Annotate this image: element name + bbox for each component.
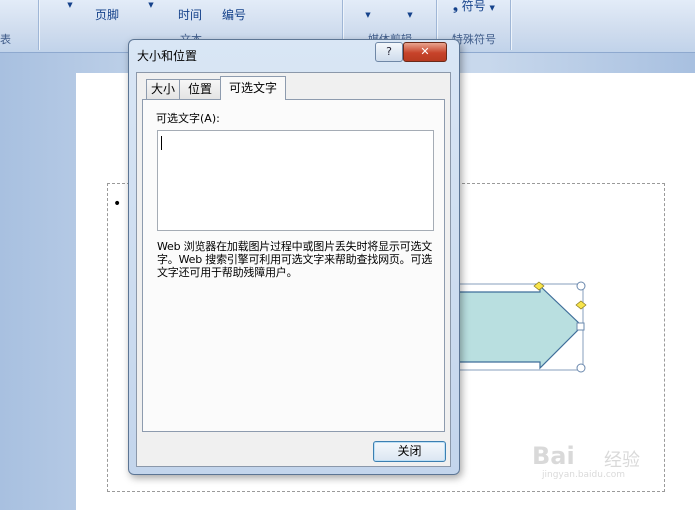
help-icon: ? — [386, 45, 392, 58]
footer-label: 页脚 — [94, 8, 119, 22]
numbering-label: 编号 — [221, 8, 246, 22]
arrow-shape-body — [449, 284, 583, 370]
watermark-cn: 经验 — [604, 450, 640, 471]
datetime-button[interactable]: 时间 — [170, 4, 210, 23]
sound-dropdown[interactable]: ▼ — [400, 6, 420, 23]
close-icon: ✕ — [420, 45, 430, 58]
resize-handle-bottom-right[interactable] — [576, 363, 586, 373]
dialog-client-area: 大小 位置 可选文字 可选文字(A): Web 浏览器在加载图片过程中或图片丢失… — [136, 72, 451, 467]
baidu-watermark: Bai 经验 jingyan.baidu.com — [532, 434, 662, 484]
tab-size[interactable]: 大小 — [146, 79, 180, 99]
footer-button[interactable]: 页脚 — [90, 4, 124, 23]
arrow-shape[interactable] — [440, 280, 590, 376]
datetime-label: 时间 — [177, 8, 202, 22]
alt-text-input[interactable] — [157, 130, 434, 231]
text-caret — [161, 136, 162, 150]
ribbon-group-left-label: 表 — [0, 33, 11, 46]
resize-handle-right[interactable] — [576, 322, 585, 331]
size-position-dialog: 大小和位置 ? ✕ 大小 位置 可选文字 可选文字(A): Web 浏览器在加载… — [128, 39, 460, 475]
chevron-down-icon: ▼ — [489, 4, 495, 12]
symbol-button[interactable]: ❟ 符号 ▼ — [444, 0, 504, 16]
alt-text-description: Web 浏览器在加载图片过程中或图片丢失时将显示可选文字。Web 搜索引擎可利用… — [157, 240, 433, 279]
watermark-url: jingyan.baidu.com — [542, 470, 626, 480]
alt-text-label: 可选文字(A): — [156, 112, 220, 125]
wordart-dropdown[interactable]: ▼ — [141, 0, 161, 13]
tab-position[interactable]: 位置 — [179, 79, 221, 99]
watermark-brand: Bai — [532, 442, 575, 470]
bullet-point: • — [113, 196, 122, 212]
tab-alt-text[interactable]: 可选文字 — [220, 76, 286, 100]
adjust-handle-right[interactable] — [575, 300, 587, 310]
dialog-title: 大小和位置 — [137, 49, 198, 63]
dialog-close-x-button[interactable]: ✕ — [403, 42, 447, 62]
numbering-button[interactable]: 编号 — [214, 4, 254, 23]
resize-handle-top-right[interactable] — [576, 281, 586, 291]
omega-icon: ❟ — [453, 0, 458, 13]
movie-dropdown[interactable]: ▼ — [358, 6, 378, 23]
text-box-dropdown[interactable]: ▼ — [60, 0, 80, 13]
close-button[interactable]: 关闭 — [373, 441, 446, 462]
ribbon-group-left: 表 — [0, 0, 39, 50]
alt-text-panel: 可选文字(A): Web 浏览器在加载图片过程中或图片丢失时将显示可选文字。We… — [142, 99, 445, 432]
help-button[interactable]: ? — [375, 42, 403, 62]
symbol-label: 符号 — [461, 0, 486, 13]
